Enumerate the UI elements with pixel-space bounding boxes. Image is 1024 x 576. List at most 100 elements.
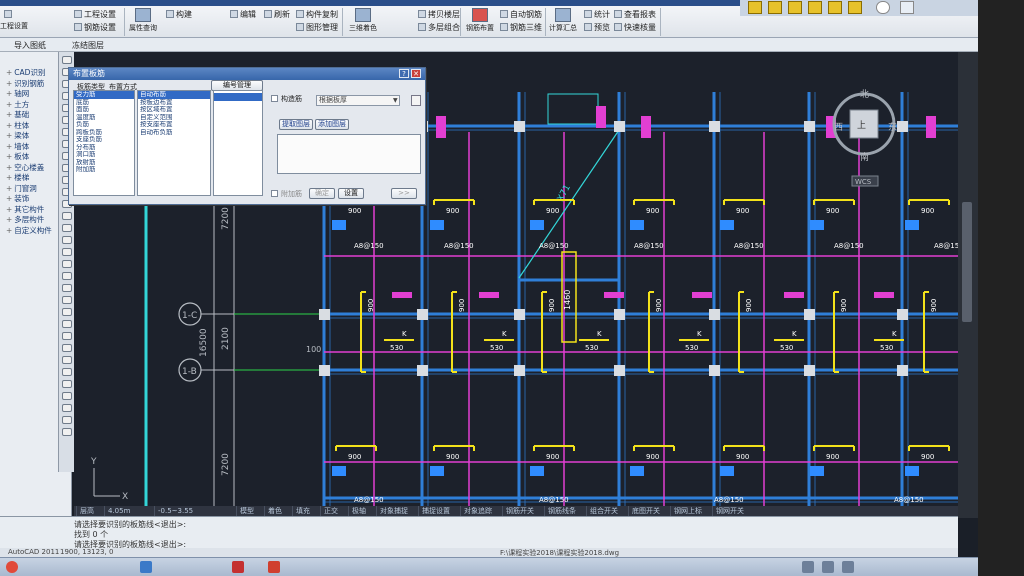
toolbar-yellow-icon[interactable] xyxy=(748,1,762,14)
tool-icon[interactable] xyxy=(61,224,72,232)
close-icon[interactable]: ✕ xyxy=(411,69,421,78)
tool-icon[interactable] xyxy=(61,320,72,328)
rebar-type-item[interactable]: 支座负筋 xyxy=(74,136,134,144)
status-tab[interactable]: 模型 xyxy=(236,506,257,516)
status-tab[interactable]: 钢网上标 xyxy=(670,506,705,516)
tool-icon[interactable] xyxy=(61,356,72,364)
tool-icon[interactable] xyxy=(61,236,72,244)
quick-check-button[interactable]: 快速核量 xyxy=(614,21,656,33)
status-tab[interactable]: 钢筋开关 xyxy=(502,506,537,516)
layout-method-item[interactable]: 自动布筋 xyxy=(138,91,210,99)
layer-list[interactable] xyxy=(277,134,421,174)
layout-method-item[interactable]: 按区域布置 xyxy=(138,106,210,114)
taskbar-app-icon[interactable] xyxy=(268,561,280,573)
status-tab[interactable]: 极轴 xyxy=(348,506,369,516)
status-tab[interactable]: 底图开关 xyxy=(628,506,663,516)
tray-icon[interactable] xyxy=(802,561,814,573)
status-tab[interactable]: 捕捉设置 xyxy=(418,506,453,516)
rebar-type-item[interactable]: 受力筋 xyxy=(74,91,134,99)
preview-button[interactable]: 预览 xyxy=(584,21,610,33)
status-tab[interactable]: 钢筋线条 xyxy=(544,506,579,516)
status-tab[interactable]: 对象追踪 xyxy=(460,506,495,516)
numbering-selected-item[interactable] xyxy=(214,93,262,101)
calculate-summary-button[interactable]: 计算汇总 xyxy=(548,7,578,37)
layout-method-item[interactable]: 按支座布置 xyxy=(138,121,210,129)
tool-icon[interactable] xyxy=(61,368,72,376)
rebar-type-item[interactable]: 洞口筋 xyxy=(74,151,134,159)
tool-icon[interactable] xyxy=(61,296,72,304)
project-icon[interactable] xyxy=(4,8,12,20)
expand-button[interactable]: >> xyxy=(391,188,417,199)
toolbar-yellow-icon[interactable] xyxy=(788,1,802,14)
tray-icon[interactable] xyxy=(822,561,834,573)
construction-rebar-checkbox[interactable] xyxy=(271,95,278,102)
tool-icon[interactable] xyxy=(61,308,72,316)
project-settings-button[interactable]: 工程设置 xyxy=(0,20,28,32)
auto-rebar-button[interactable]: 自动钢筋 xyxy=(500,8,542,20)
rebar-type-item[interactable]: 面筋 xyxy=(74,106,134,114)
numbering-list[interactable] xyxy=(213,90,263,196)
tool-icon[interactable] xyxy=(61,380,72,388)
tool-icon[interactable] xyxy=(61,272,72,280)
chevron-down-icon[interactable]: ▼ xyxy=(393,97,398,104)
tool-icon[interactable] xyxy=(61,344,72,352)
status-tab[interactable]: 对象捕捉 xyxy=(376,506,411,516)
vertical-scrollbar-thumb[interactable] xyxy=(962,202,972,322)
pick-icon[interactable] xyxy=(411,95,421,106)
multi-floor-button[interactable]: 多层组合 xyxy=(418,21,460,33)
rebar-layout-button[interactable]: 钢筋布置 xyxy=(463,7,497,37)
view-report-button[interactable]: 查看报表 xyxy=(614,8,656,20)
disc-icon[interactable] xyxy=(876,1,890,14)
tool-icon[interactable] xyxy=(61,416,72,424)
rebar-type-item[interactable]: 底筋 xyxy=(74,99,134,107)
ok-button[interactable]: 确定 xyxy=(309,188,335,199)
tool-icon[interactable] xyxy=(61,56,72,64)
freeze-layer-button[interactable]: 冻结图层 xyxy=(72,40,104,51)
start-icon[interactable] xyxy=(6,561,18,573)
refresh-button[interactable]: 刷新 xyxy=(264,8,290,20)
rebar-type-item[interactable]: 负筋 xyxy=(74,121,134,129)
layout-method-item[interactable]: 自定义范围 xyxy=(138,114,210,122)
rebar-type-item[interactable]: 分布筋 xyxy=(74,144,134,152)
status-tab[interactable]: 层高 xyxy=(76,506,97,516)
toolbar-yellow-icon[interactable] xyxy=(828,1,842,14)
rebar-type-item[interactable]: 附加筋 xyxy=(74,166,134,174)
help-icon[interactable]: ? xyxy=(399,69,409,78)
calc-settings-button[interactable]: 工程设置 xyxy=(74,8,116,20)
tool-icon[interactable] xyxy=(61,260,72,268)
rebar-type-item[interactable]: 温度筋 xyxy=(74,114,134,122)
rebar-type-item[interactable]: 跨板负筋 xyxy=(74,129,134,137)
info-icon[interactable] xyxy=(900,1,914,14)
layout-method-item[interactable]: 自动布负筋 xyxy=(138,129,210,137)
taskbar-app-icon[interactable] xyxy=(140,561,152,573)
layout-method-item[interactable]: 按板边布置 xyxy=(138,99,210,107)
tool-icon[interactable] xyxy=(61,284,72,292)
right-scroll-strip[interactable] xyxy=(958,52,978,518)
tool-icon[interactable] xyxy=(61,428,72,436)
graphics-manage-button[interactable]: 图形管理 xyxy=(296,21,338,33)
statistics-button[interactable]: 统计 xyxy=(584,8,610,20)
tray-icon[interactable] xyxy=(842,561,854,573)
status-tab[interactable]: -0.5~3.55 xyxy=(154,506,196,516)
layout-method-list[interactable]: 自动布筋 按板边布置 按区域布置 自定义范围 按支座布置 自动布负筋 xyxy=(137,90,211,196)
extract-layer-button[interactable]: 提取图层 xyxy=(279,119,313,130)
import-drawing-button[interactable]: 导入图纸 xyxy=(14,40,46,51)
toolbar-yellow-icon[interactable] xyxy=(848,1,862,14)
rebar-settings-button[interactable]: 钢筋设置 xyxy=(74,21,116,33)
attach-rebar-checkbox[interactable] xyxy=(271,190,278,197)
rebar-3d-button[interactable]: 钢筋三维 xyxy=(500,21,542,33)
add-layer-button[interactable]: 添加图层 xyxy=(315,119,349,130)
status-tab[interactable]: 组合开关 xyxy=(586,506,621,516)
toolbar-yellow-icon[interactable] xyxy=(808,1,822,14)
status-tab[interactable]: 着色 xyxy=(264,506,285,516)
tool-icon[interactable] xyxy=(61,392,72,400)
tool-icon[interactable] xyxy=(61,404,72,412)
copy-floor-button[interactable]: 拷贝楼层 xyxy=(418,8,460,20)
thickness-select[interactable]: 根据板厚 xyxy=(316,95,400,106)
rebar-type-list[interactable]: 受力筋 底筋 面筋 温度筋 负筋 跨板负筋 支座负筋 分布筋 洞口筋 放射筋 附加筋 xyxy=(73,90,135,196)
toolbar-yellow-icon[interactable] xyxy=(768,1,782,14)
tool-icon[interactable] xyxy=(61,212,72,220)
component-copy-button[interactable]: 构件复制 xyxy=(296,8,338,20)
build-button[interactable]: 构建 xyxy=(166,8,192,20)
taskbar-app-icon[interactable] xyxy=(232,561,244,573)
